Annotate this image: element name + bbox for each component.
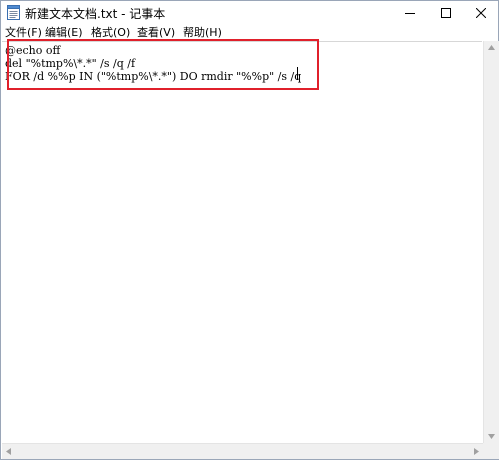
close-button[interactable] [463,1,499,25]
notepad-icon [7,5,20,20]
size-grip[interactable] [483,443,499,459]
maximize-button[interactable] [428,1,464,25]
menu-format[interactable]: 格式(O) [91,25,130,40]
text-editor[interactable]: @echo off del "%tmp%\*.*" /s /q /f FOR /d … [2,41,482,443]
menu-file[interactable]: 文件(F) [5,25,42,40]
title-bar[interactable]: 新建文本文档.txt - 记事本 [1,1,498,25]
close-icon [476,8,486,18]
notepad-window: 新建文本文档.txt - 记事本 文件(F) 编辑(E) 格式(O) 查看(V)… [0,0,499,460]
vertical-scrollbar[interactable] [483,41,499,443]
horizontal-scrollbar[interactable] [2,443,483,459]
scroll-left-icon[interactable] [6,448,11,455]
minimize-icon [405,13,415,14]
annotation-highlight-box [7,39,319,90]
maximize-icon [441,8,451,18]
menu-help[interactable]: 帮助(H) [183,25,222,40]
menu-edit[interactable]: 编辑(E) [45,25,83,40]
window-title: 新建文本文档.txt - 记事本 [25,7,166,21]
menu-view[interactable]: 查看(V) [137,25,175,40]
minimize-button[interactable] [392,1,428,25]
scroll-up-icon[interactable] [488,45,495,50]
menu-bar: 文件(F) 编辑(E) 格式(O) 查看(V) 帮助(H) [1,25,498,40]
scroll-down-icon[interactable] [488,434,495,439]
scroll-right-icon[interactable] [474,448,479,455]
